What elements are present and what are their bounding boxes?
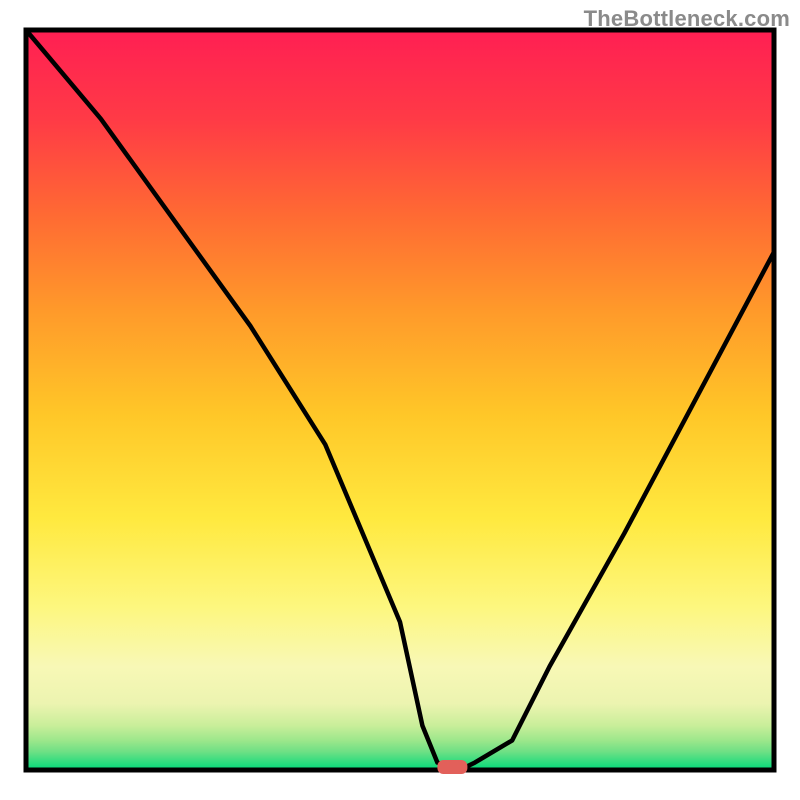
optimum-marker [437, 760, 467, 774]
gradient-background [26, 30, 774, 770]
bottleneck-chart [0, 0, 800, 800]
watermark-text: TheBottleneck.com [584, 6, 790, 32]
chart-container: TheBottleneck.com [0, 0, 800, 800]
